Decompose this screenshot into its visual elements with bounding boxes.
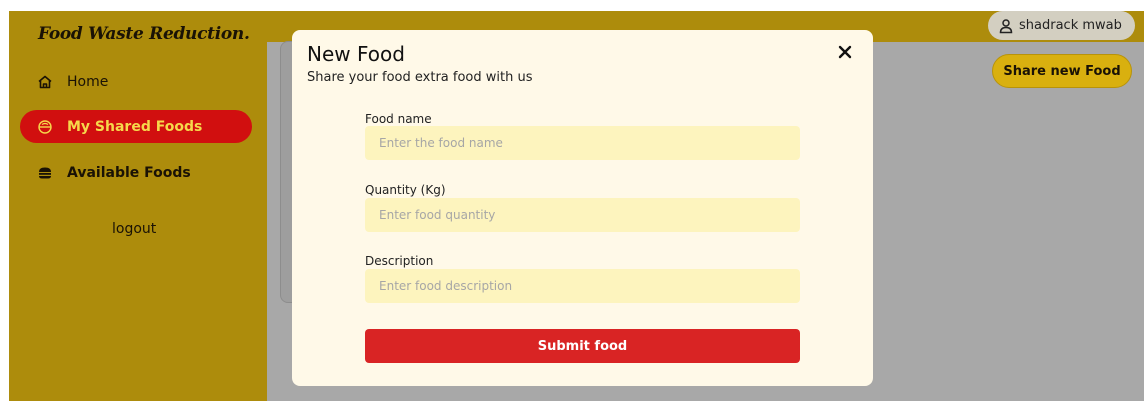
food-name-input[interactable] — [365, 126, 800, 160]
description-label: Description — [365, 254, 434, 268]
modal-title: New Food — [307, 42, 405, 66]
user-name: shadrack mwab — [1019, 18, 1122, 33]
food-name-label: Food name — [365, 112, 432, 126]
sidebar-item-home[interactable]: Home — [20, 65, 252, 98]
share-new-food-button[interactable]: Share new Food — [992, 54, 1132, 88]
modal-subtitle: Share your food extra food with us — [307, 70, 533, 85]
user-menu[interactable]: shadrack mwab — [988, 11, 1135, 40]
quantity-label: Quantity (Kg) — [365, 183, 446, 197]
user-icon — [998, 18, 1014, 34]
sidebar-item-label: Available Foods — [67, 164, 191, 181]
sidebar-item-label: Home — [67, 73, 109, 90]
sidebar-item-label: My Shared Foods — [67, 118, 203, 135]
bowl-icon — [36, 118, 54, 136]
sidebar-item-my-shared-foods[interactable]: My Shared Foods — [20, 110, 252, 143]
submit-food-button[interactable]: Submit food — [365, 329, 800, 363]
sidebar-item-available-foods[interactable]: Available Foods — [20, 156, 252, 189]
app-window: Food Waste Reduction. Home My Shared Foo… — [9, 11, 1144, 401]
burger-icon — [36, 164, 54, 182]
logout-link[interactable]: logout — [112, 221, 156, 237]
home-icon — [36, 73, 54, 91]
new-food-modal: New Food Share your food extra food with… — [292, 30, 873, 386]
quantity-input[interactable] — [365, 198, 800, 232]
sidebar: Food Waste Reduction. Home My Shared Foo… — [9, 11, 267, 401]
close-icon[interactable] — [835, 42, 855, 62]
brand-logo: Food Waste Reduction. — [38, 24, 250, 44]
description-input[interactable] — [365, 269, 800, 303]
